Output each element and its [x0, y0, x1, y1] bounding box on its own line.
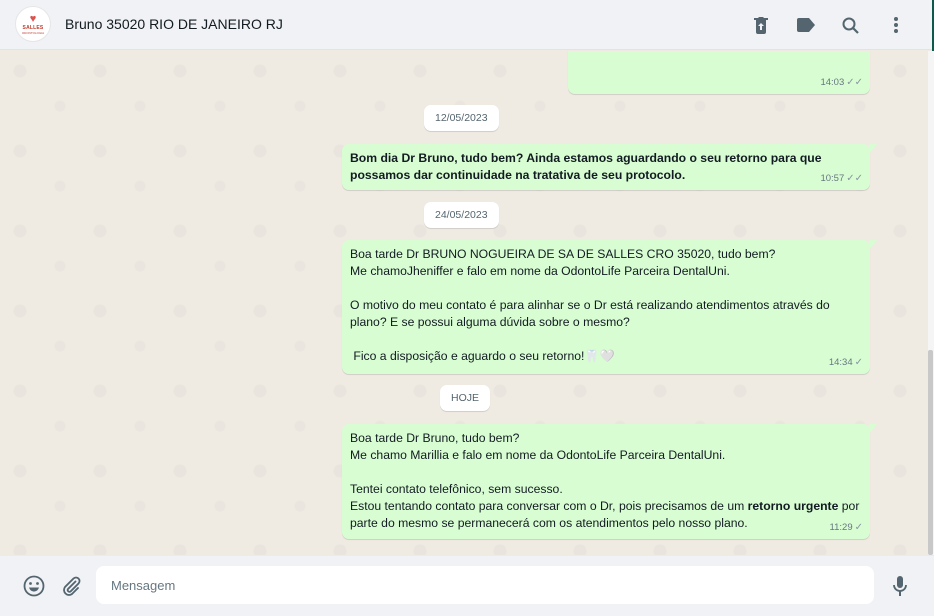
- message-time: 10:57 ✓✓: [820, 170, 863, 187]
- avatar[interactable]: ♥ SALLES ODONTOLOGIA: [15, 6, 51, 42]
- message-bubble[interactable]: Boa tarde Dr Bruno, tudo bem? Me chamo M…: [342, 424, 877, 539]
- message-time: 14:03 ✓✓: [820, 74, 863, 91]
- scrollbar-thumb[interactable]: [928, 350, 933, 555]
- attach-icon: [63, 576, 81, 596]
- delete-button[interactable]: [738, 10, 783, 40]
- voice-message-button[interactable]: [887, 573, 913, 599]
- message-list[interactable]: 14:03 ✓✓ 12/05/2023 Bom dia Dr Bruno, tu…: [0, 51, 928, 555]
- message-bubble-partial[interactable]: 14:03 ✓✓: [568, 51, 870, 94]
- menu-icon: [893, 17, 898, 33]
- emoji-button[interactable]: [21, 573, 47, 599]
- search-icon: [842, 17, 859, 34]
- message-time: 14:34 ✓: [829, 354, 863, 371]
- mic-icon: [893, 576, 907, 596]
- date-separator: 24/05/2023: [424, 202, 499, 228]
- composer-bar: [0, 556, 934, 616]
- attach-button[interactable]: [58, 573, 84, 599]
- message-text: Boa tarde Dr Bruno, tudo bem? Me chamo M…: [350, 430, 862, 532]
- message-time: 11:29 ✓: [830, 519, 863, 536]
- label-button[interactable]: [783, 10, 828, 40]
- date-separator: HOJE: [440, 385, 491, 411]
- message-bubble[interactable]: Bom dia Dr Bruno, tudo bem? Ainda estamo…: [342, 144, 877, 190]
- message-text-part: Boa tarde Dr Bruno, tudo bem? Me chamo M…: [350, 431, 745, 513]
- search-button[interactable]: [828, 10, 873, 40]
- read-ticks-icon: ✓✓: [846, 173, 863, 184]
- message-text-bold: retorno urgente: [747, 499, 839, 513]
- emoji-icon: [23, 575, 45, 597]
- avatar-logo-sub: ODONTOLOGIA: [21, 30, 45, 35]
- menu-button[interactable]: [873, 10, 918, 40]
- sent-tick-icon: ✓: [854, 522, 863, 533]
- date-separator: 12/05/2023: [424, 105, 499, 131]
- trash-icon: [753, 17, 768, 34]
- header-actions: [738, 10, 918, 40]
- message-text: Boa tarde Dr BRUNO NOGUEIRA DE SA DE SAL…: [350, 247, 830, 363]
- contact-name[interactable]: Bruno 35020 RIO DE JANEIRO RJ: [65, 16, 283, 32]
- sent-tick-icon: ✓: [854, 357, 863, 368]
- message-text: Bom dia Dr Bruno, tudo bem? Ainda estamo…: [350, 151, 825, 182]
- bubble-tail: [869, 240, 877, 250]
- tooth-logo-icon: ♥: [29, 12, 37, 25]
- message-bubble[interactable]: Boa tarde Dr BRUNO NOGUEIRA DE SA DE SAL…: [342, 240, 877, 374]
- read-ticks-icon: ✓✓: [846, 77, 863, 88]
- bubble-tail: [869, 424, 877, 434]
- chat-header: ♥ SALLES ODONTOLOGIA Bruno 35020 RIO DE …: [0, 0, 932, 50]
- message-input[interactable]: [96, 566, 874, 604]
- label-icon: [796, 18, 815, 32]
- bubble-tail: [869, 144, 877, 154]
